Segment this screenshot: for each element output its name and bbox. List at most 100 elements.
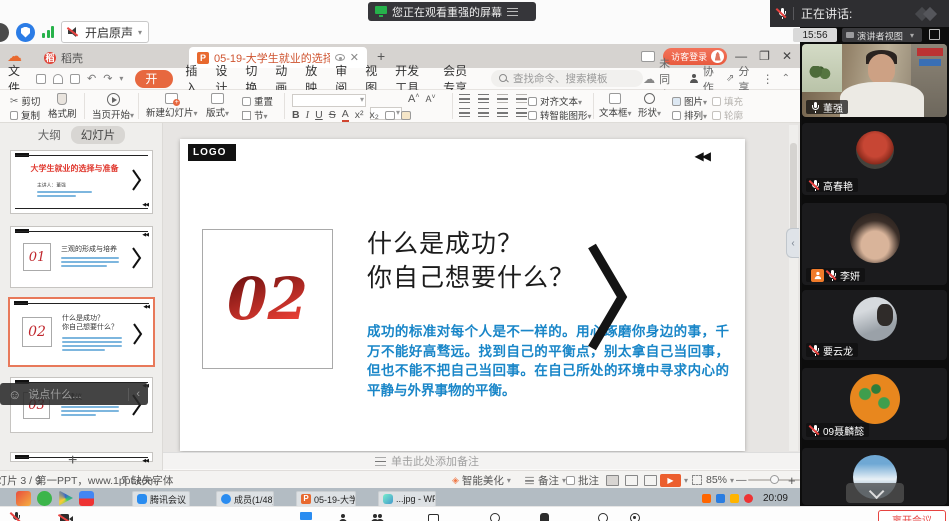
highlight-icon[interactable] — [401, 111, 411, 120]
eye-icon[interactable] — [335, 54, 345, 61]
save-icon[interactable] — [36, 74, 46, 84]
sidebar-collapse-handle[interactable]: ‹ — [786, 228, 799, 258]
quick-access-dropdown[interactable]: ▾ — [119, 74, 123, 83]
copy-button[interactable]: 复制 — [10, 108, 40, 122]
banner-menu-icon[interactable] — [507, 8, 518, 16]
slide-thumbnail-5-partial[interactable]: ◀◀ — [10, 452, 153, 462]
camera-toggle-button[interactable] — [60, 510, 73, 521]
tray-icon-3[interactable] — [730, 494, 739, 503]
superscript-button[interactable]: x² — [355, 109, 364, 121]
enable-original-sound-button[interactable]: 开启原声 ▾ — [61, 21, 149, 43]
participant-tile-1[interactable]: 董强 — [802, 44, 947, 117]
chat-button[interactable] — [428, 510, 439, 521]
align-left-icon[interactable] — [459, 108, 470, 117]
layout-button[interactable]: 版式▾ — [206, 93, 229, 119]
notes-bar[interactable]: 单击此处添加备注 — [163, 452, 800, 469]
canvas-scrollbar[interactable] — [789, 125, 798, 451]
settings-button[interactable] — [630, 510, 640, 521]
taskbar-app-icon-3[interactable] — [79, 491, 94, 506]
taskbar-app-icon-wechat[interactable] — [37, 491, 52, 506]
sorter-view-icon[interactable] — [625, 475, 638, 486]
outline-button[interactable]: 轮廓 — [712, 108, 743, 122]
members-button[interactable] — [370, 510, 384, 521]
zoom-value[interactable]: 85%▾ — [706, 471, 734, 488]
zoom-in-button[interactable]: + — [788, 471, 796, 488]
note-button[interactable]: 备注▾ — [524, 471, 566, 488]
font-color-button[interactable]: A — [342, 108, 349, 122]
taskbar-app-icon-2[interactable] — [58, 491, 73, 506]
section-button[interactable]: 节▾ — [242, 108, 268, 122]
beautify-button[interactable]: ◈智能美化▾ — [452, 471, 511, 488]
close-button[interactable]: ✕ — [782, 49, 792, 63]
align-right-icon[interactable] — [497, 108, 508, 117]
justify-icon[interactable] — [516, 108, 527, 117]
watching-banner[interactable]: 您正在观看重强的屏幕 — [368, 2, 536, 21]
participant-tile-3[interactable]: 李妍 — [802, 203, 947, 285]
meeting-icon[interactable] — [0, 23, 9, 42]
new-slide-button[interactable]: + 新建幻灯片▾ — [146, 93, 198, 119]
indent-decrease-icon[interactable] — [497, 94, 508, 103]
slides-tab[interactable]: 幻灯片 — [71, 126, 126, 144]
print-icon[interactable] — [53, 74, 63, 84]
align-center-icon[interactable] — [478, 108, 489, 117]
slide-body-text[interactable]: 成功的标准对每个人是不一样的。用心琢磨你身边的事，千万不能好高骛远。找到自己的平… — [367, 322, 729, 400]
bold-button[interactable]: B — [292, 109, 300, 121]
fullscreen-toggle-icon[interactable] — [929, 29, 940, 40]
participant-tile-4[interactable]: 要云龙 — [802, 290, 947, 360]
tray-icon-2[interactable] — [716, 494, 725, 503]
normal-view-icon[interactable] — [606, 475, 619, 486]
invite-button[interactable] — [338, 510, 347, 521]
slide-thumbnail-2[interactable]: ◀◀ 01 三观的形成与培养 — [10, 226, 153, 288]
collapse-videos-button[interactable] — [846, 483, 904, 503]
subscript-button[interactable]: x₂ — [369, 109, 378, 121]
chat-collapse-icon[interactable]: ‹ — [136, 388, 140, 400]
zoom-out-button[interactable]: — — [736, 471, 747, 488]
cut-button[interactable]: ✂剪切 — [10, 94, 40, 108]
to-smartart-button[interactable]: 转智能图形▾ — [528, 108, 592, 122]
tab-docer[interactable]: 稻 稻壳 — [36, 47, 91, 68]
arrange-button[interactable]: 排列▾ — [672, 108, 707, 122]
number-list-icon[interactable] — [478, 94, 489, 103]
current-slide[interactable]: LOGO ◀◀ 02 什么是成功？ 你自己想要什么？ 成功的标准对每个人是不一样… — [180, 139, 745, 451]
slide-thumbnail-1[interactable]: 大学生就业的选择与准备 主讲人：董强 ◀◀ — [10, 150, 153, 214]
taskbar-app-icon-1[interactable] — [16, 491, 31, 506]
align-text-button[interactable]: 对齐文本▾ — [528, 94, 582, 108]
apps-button[interactable] — [598, 510, 608, 521]
strike-button[interactable]: S — [329, 109, 336, 121]
slide-thumbnail-3-selected[interactable]: ◀◀ 02 什么是成功？ 你自己想要什么？ — [8, 297, 155, 367]
tray-icon-1[interactable] — [702, 494, 711, 503]
minimize-button[interactable]: — — [735, 49, 747, 63]
slide-number-card[interactable]: 02 — [202, 229, 333, 369]
outline-tab[interactable]: 大纲 — [38, 127, 61, 143]
slide-title[interactable]: 什么是成功？ 你自己想要什么？ — [367, 227, 575, 295]
participant-tile-2[interactable]: 高春艳 — [802, 123, 947, 195]
share-screen-button[interactable] — [300, 510, 312, 521]
picture-button[interactable]: 图片▾ — [672, 94, 707, 108]
tray-icon-4[interactable] — [744, 494, 753, 503]
command-search-box[interactable]: 查找命令、搜索模板 — [491, 70, 643, 87]
restore-button[interactable]: ❐ — [759, 49, 770, 63]
undo-icon[interactable]: ↶ — [87, 72, 96, 85]
bullet-list-icon[interactable] — [459, 94, 470, 103]
play-from-current-button[interactable]: 当页开始▾ — [92, 93, 134, 121]
play-slideshow-button[interactable]: ▶▾ — [660, 471, 688, 488]
reading-view-icon[interactable] — [644, 475, 657, 486]
more-menu-icon[interactable]: ⋮ — [762, 72, 774, 86]
taskbar-window-members[interactable]: 成员(1/48) — [216, 491, 274, 507]
missing-font-button[interactable]: Ƭ缺失字体 — [122, 471, 173, 488]
fit-zoom-icon[interactable] — [692, 471, 702, 488]
participant-tile-6[interactable] — [802, 448, 947, 505]
indent-increase-icon[interactable] — [516, 94, 527, 103]
italic-button[interactable]: I — [306, 110, 310, 121]
taskbar-window-ppt[interactable]: P05-19-大学生就... — [296, 491, 356, 507]
clear-format-icon[interactable] — [385, 111, 395, 120]
fill-button[interactable]: 填充 — [712, 94, 743, 108]
original-sound-dropdown[interactable]: ▾ — [138, 28, 142, 37]
taskbar-window-image[interactable]: ...jpg - WP... — [378, 491, 436, 507]
chat-input-placeholder[interactable]: 说点什么... — [28, 386, 81, 402]
record-button[interactable] — [490, 510, 500, 521]
collapse-ribbon-icon[interactable]: ⌃ — [782, 73, 790, 84]
emoji-icon[interactable]: ☺ — [8, 387, 21, 402]
chat-quickbar[interactable]: ☺ 说点什么... ‹ — [0, 383, 148, 405]
participant-tile-5[interactable]: 09聂麟懿 — [802, 368, 947, 440]
